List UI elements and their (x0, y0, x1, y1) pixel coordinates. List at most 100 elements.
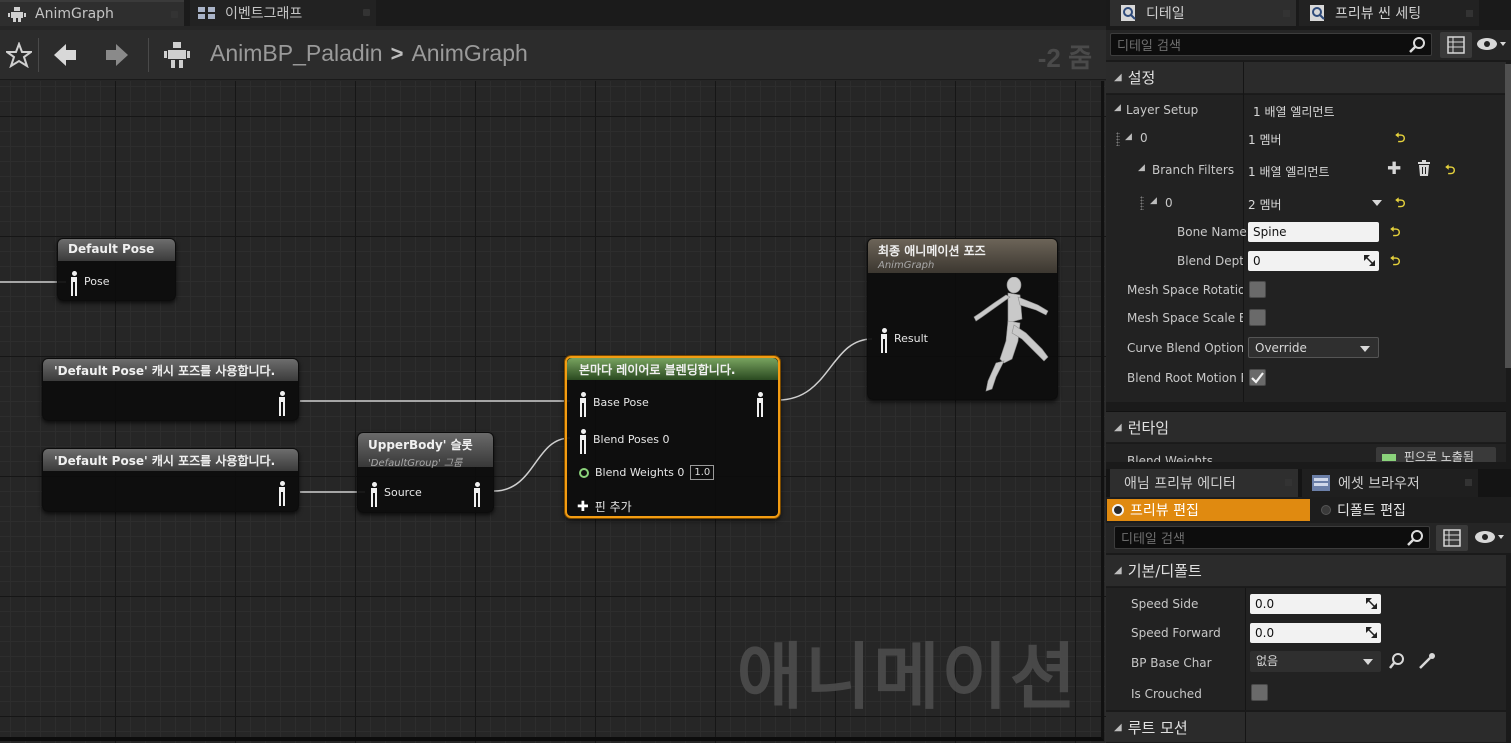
tab-close-icon[interactable] (1465, 479, 1472, 486)
reset-to-default-icon[interactable]: ⮌ (1390, 223, 1400, 245)
pin-base-pose[interactable]: Base Pose (579, 392, 649, 417)
eyedropper-icon[interactable] (1418, 652, 1436, 674)
details-scrollbar[interactable] (1505, 64, 1511, 368)
pose-pin-icon[interactable] (278, 481, 286, 506)
search-placeholder: 디테일 검색 (1117, 39, 1181, 54)
spin-drag-icon[interactable] (1364, 255, 1375, 266)
speed-side-field[interactable]: 0.0 (1250, 594, 1381, 614)
column-splitter[interactable] (1245, 588, 1246, 710)
node-final-animation-pose[interactable]: 최종 애니메이션 포즈 AnimGraph Result (867, 238, 1058, 400)
column-splitter[interactable] (1243, 95, 1244, 402)
forward-arrow-icon[interactable] (102, 38, 132, 72)
preview-edit-mode-button[interactable]: 프리뷰 편집 (1107, 499, 1310, 521)
default-edit-mode-button[interactable]: 디폴트 편집 (1316, 499, 1506, 521)
pose-pin-icon[interactable] (473, 482, 481, 507)
tab-details[interactable]: 디테일 (1110, 0, 1296, 26)
collapse-triangle-icon[interactable]: ◢ (1138, 163, 1145, 173)
curve-blend-option-combo[interactable]: Override (1248, 337, 1379, 358)
pin-output-pose[interactable] (473, 482, 481, 507)
section-settings[interactable]: ◢ 설정 (1106, 62, 1506, 94)
collapse-triangle-icon[interactable]: ◢ (1114, 103, 1121, 113)
pin-blend-weights[interactable]: Blend Weights 0 1.0 (579, 465, 715, 480)
blend-root-motion-checkbox[interactable] (1249, 369, 1266, 386)
pin-pose[interactable]: Pose (70, 271, 110, 296)
reset-to-default-icon[interactable]: ⮌ (1395, 194, 1405, 216)
tab-asset-browser[interactable]: 에셋 브라우저 (1302, 469, 1478, 497)
node-layered-blend-per-bone[interactable]: 본마다 레이어로 블렌딩합니다. Base Pose Blend Poses 0… (565, 356, 780, 518)
node-slot[interactable]: UpperBody' 슬롯 'DefaultGroup' 그룹 Source (357, 432, 494, 513)
favorite-star-icon[interactable] (4, 38, 34, 72)
pose-pin-icon[interactable] (70, 271, 78, 296)
section-basic-default[interactable]: ◢ 기본/디폴트 (1106, 555, 1506, 587)
delete-trash-icon[interactable] (1417, 160, 1431, 180)
reset-to-default-icon[interactable]: ⮌ (1445, 161, 1455, 183)
pose-pin-icon[interactable] (278, 391, 286, 416)
column-splitter[interactable] (1245, 712, 1246, 743)
back-arrow-icon[interactable] (50, 38, 80, 72)
breadcrumb-blueprint[interactable]: AnimBP_Paladin (210, 40, 383, 67)
collapse-triangle-icon[interactable]: ◢ (1114, 422, 1122, 433)
reset-to-default-icon[interactable]: ⮌ (1390, 252, 1400, 274)
section-root-motion[interactable]: ◢ 루트 모션 (1106, 712, 1506, 743)
mesh-space-scale-checkbox[interactable] (1249, 309, 1266, 326)
blend-weights-expose-combo[interactable]: 핀으로 노출됨 (1376, 447, 1496, 462)
reset-to-default-icon[interactable]: ⮌ (1395, 129, 1405, 151)
pin-output-pose[interactable] (756, 392, 764, 417)
pose-pin-icon[interactable] (756, 392, 764, 417)
property-matrix-button[interactable] (1440, 32, 1472, 58)
collapse-triangle-icon[interactable]: ◢ (1114, 722, 1122, 733)
pose-pin-icon[interactable] (579, 429, 587, 454)
bone-name-field[interactable]: Spine (1248, 222, 1379, 242)
tab-close-icon[interactable] (363, 9, 370, 16)
view-options-eye-icon[interactable] (1476, 34, 1506, 54)
preview-search-input[interactable]: 디테일 검색 (1114, 526, 1430, 549)
blend-weight-value[interactable]: 1.0 (690, 465, 715, 480)
mesh-space-rotation-checkbox[interactable] (1249, 281, 1266, 298)
pose-pin-icon[interactable] (370, 482, 378, 507)
tab-anim-preview-editor[interactable]: 애님 프리뷰 에디터 (1110, 469, 1298, 497)
prop-bp-base-char-label: BP Base Char (1131, 656, 1212, 670)
section-runtime[interactable]: ◢ 런타임 (1106, 411, 1506, 443)
property-matrix-button[interactable] (1436, 525, 1468, 551)
pin-source[interactable]: Source (370, 482, 422, 507)
view-options-eye-icon[interactable] (1474, 527, 1504, 547)
details-search-input[interactable]: 디테일 검색 (1110, 33, 1432, 56)
collapse-triangle-icon[interactable]: ◢ (1114, 72, 1122, 83)
pose-pin-icon[interactable] (579, 392, 587, 417)
spin-drag-icon[interactable] (1366, 627, 1377, 638)
drag-handle-icon[interactable] (1140, 196, 1144, 210)
node-use-cached-pose[interactable]: 'Default Pose' 캐시 포즈를 사용합니다. (42, 358, 299, 421)
add-pin-button[interactable]: ✚ 핀 추가 (577, 498, 632, 515)
drag-handle-icon[interactable] (1116, 132, 1120, 146)
pin-blend-poses[interactable]: Blend Poses 0 (579, 429, 670, 454)
speed-forward-field[interactable]: 0.0 (1250, 623, 1381, 643)
float-pin-icon[interactable] (579, 467, 589, 478)
collapse-triangle-icon[interactable]: ◢ (1125, 132, 1132, 142)
tab-close-icon[interactable] (171, 11, 178, 18)
pin-label: Pose (84, 274, 110, 288)
collapse-triangle-icon[interactable]: ◢ (1114, 565, 1122, 576)
node-subtitle: 'DefaultGroup' 그룹 (368, 458, 463, 469)
pin-result[interactable]: Result (880, 328, 928, 353)
dropdown-arrow-icon[interactable] (1372, 200, 1382, 206)
browse-magnifier-icon[interactable] (1388, 652, 1406, 674)
spin-drag-icon[interactable] (1366, 598, 1377, 609)
tab-close-icon[interactable] (1285, 479, 1292, 486)
tab-close-icon[interactable] (1283, 10, 1290, 17)
collapse-triangle-icon[interactable]: ◢ (1150, 196, 1157, 206)
tab-animgraph[interactable]: AnimGraph (0, 0, 184, 26)
pin-output-pose[interactable] (278, 391, 286, 416)
pose-pin-icon[interactable] (880, 328, 888, 353)
tab-anim-preview-label: 애님 프리뷰 에디터 (1124, 476, 1236, 492)
node-default-pose[interactable]: Default Pose Pose (57, 238, 176, 301)
node-use-cached-pose[interactable]: 'Default Pose' 캐시 포즈를 사용합니다. (42, 448, 299, 512)
tab-eventgraph[interactable]: 이벤트그래프 (190, 0, 376, 26)
tab-close-icon[interactable] (1466, 10, 1473, 17)
pin-output-pose[interactable] (278, 481, 286, 506)
is-crouched-checkbox[interactable] (1251, 684, 1268, 701)
add-element-plus-icon[interactable]: ✚ (1387, 159, 1401, 179)
blend-depth-field[interactable]: 0 (1248, 251, 1379, 271)
tab-preview-scene-settings[interactable]: 프리뷰 씬 세팅 (1299, 0, 1479, 26)
breadcrumb-graph[interactable]: AnimGraph (411, 40, 527, 67)
bp-base-char-combo[interactable]: 없음 (1250, 651, 1381, 672)
